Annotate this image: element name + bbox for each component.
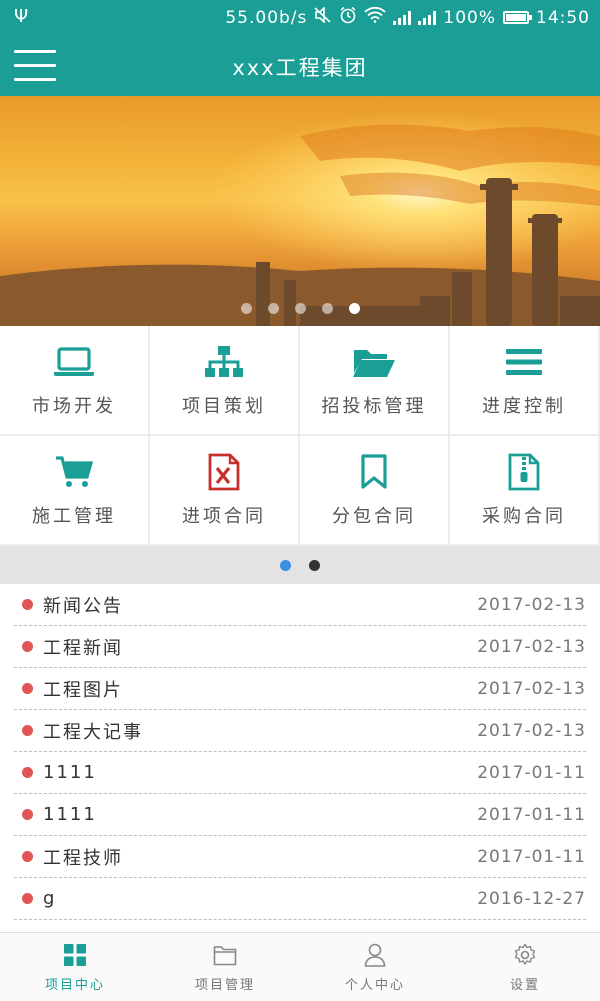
banner-dot[interactable] (348, 303, 360, 314)
news-row[interactable]: 工程图片 2017-02-13 (14, 668, 586, 710)
news-row[interactable]: 1111 2017-01-11 (14, 752, 586, 794)
folder-icon (213, 942, 237, 968)
feature-item[interactable]: 进度控制 (450, 326, 600, 436)
alarm-icon (339, 6, 357, 29)
feature-grid: 市场开发 项目策划 招投标管理 进度控制 施工管理 进项合同 分包合同 采购合同 (0, 326, 600, 546)
feature-item[interactable]: 进项合同 (150, 436, 300, 546)
list-icon (506, 342, 542, 382)
feature-item[interactable]: 分包合同 (300, 436, 450, 546)
banner-image (0, 96, 600, 326)
tab-project-management[interactable]: 项目管理 (150, 933, 300, 1001)
feature-label: 采购合同 (482, 506, 566, 527)
bookmark-icon (360, 452, 388, 492)
tab-label: 项目管理 (194, 977, 255, 993)
feature-label: 市场开发 (32, 396, 116, 417)
bullet-icon (22, 683, 33, 694)
news-row[interactable]: g 2016-12-27 (14, 878, 586, 920)
news-date: 2017-02-13 (477, 678, 586, 699)
news-row[interactable]: 工程技师 2017-01-11 (14, 836, 586, 878)
banner-dot[interactable] (294, 303, 306, 314)
feature-pager (0, 546, 600, 584)
banner-carousel[interactable] (0, 96, 600, 326)
feature-label: 分包合同 (332, 506, 416, 527)
bullet-icon (22, 725, 33, 736)
page-title: xxx工程集团 (232, 56, 368, 80)
mute-icon (314, 6, 332, 28)
gear-icon (513, 942, 537, 968)
feature-label: 项目策划 (182, 396, 266, 417)
bottom-nav: 项目中心 项目管理 个人中心 设置 (0, 932, 600, 1001)
news-title: 新闻公告 (43, 595, 123, 617)
bullet-icon (22, 641, 33, 652)
folder-open-icon (352, 342, 396, 382)
feature-item[interactable]: 市场开发 (0, 326, 150, 436)
news-date: 2017-02-13 (477, 720, 586, 741)
news-title: g (43, 888, 57, 909)
pager-dot[interactable] (280, 559, 291, 571)
pager-dot[interactable] (309, 559, 320, 571)
bullet-icon (22, 599, 33, 610)
cart-icon (55, 452, 93, 492)
news-date: 2017-01-11 (477, 762, 586, 783)
news-title: 工程技师 (43, 847, 123, 869)
grid-icon (63, 942, 87, 968)
sitemap-icon (204, 342, 244, 382)
banner-dot[interactable] (321, 303, 333, 314)
news-date: 2016-12-27 (477, 888, 586, 909)
news-date: 2017-02-13 (477, 594, 586, 615)
news-title: 工程新闻 (43, 637, 123, 659)
news-title: 工程图片 (43, 679, 123, 701)
tab-label: 项目中心 (44, 977, 105, 993)
banner-dots (0, 303, 600, 314)
tab-personal-center[interactable]: 个人中心 (300, 933, 450, 1001)
feature-item[interactable]: 招投标管理 (300, 326, 450, 436)
feature-label: 进项合同 (182, 506, 266, 527)
banner-dot[interactable] (240, 303, 252, 314)
news-date: 2017-01-11 (477, 846, 586, 867)
user-icon (364, 942, 386, 968)
battery-level (506, 14, 526, 21)
feature-item[interactable]: 项目策划 (150, 326, 300, 436)
status-right: 55.00b/s 100% 14:50 (225, 6, 590, 29)
news-list: 新闻公告 2017-02-13 工程新闻 2017-02-13 工程图片 2017-0… (14, 584, 586, 920)
signal-icon-2 (418, 10, 437, 25)
tab-label: 个人中心 (344, 977, 405, 993)
tab-settings[interactable]: 设置 (450, 933, 600, 1001)
clock: 14:50 (536, 7, 590, 28)
feature-label: 进度控制 (482, 396, 566, 417)
app-header: xxx工程集团 (0, 34, 600, 96)
news-row[interactable]: 工程大记事 2017-02-13 (14, 710, 586, 752)
tab-label: 设置 (509, 977, 540, 993)
news-row[interactable]: 工程新闻 2017-02-13 (14, 626, 586, 668)
feature-label: 施工管理 (32, 506, 116, 527)
bullet-icon (22, 767, 33, 778)
battery-icon (503, 11, 532, 24)
wifi-icon (364, 6, 387, 28)
network-speed: 55.00b/s (225, 7, 308, 28)
feature-label: 招投标管理 (321, 396, 427, 417)
signal-icon-1 (393, 10, 412, 25)
battery-percent: 100% (443, 7, 496, 28)
news-row[interactable]: 1111 2017-01-11 (14, 794, 586, 836)
status-bar: Ψ 55.00b/s 100% 14:50 (0, 0, 600, 34)
laptop-icon (53, 342, 95, 382)
feature-item[interactable]: 施工管理 (0, 436, 150, 546)
news-title: 工程大记事 (43, 721, 143, 743)
feature-item[interactable]: 采购合同 (450, 436, 600, 546)
news-date: 2017-02-13 (477, 636, 586, 657)
bullet-icon (22, 851, 33, 862)
excel-file-icon (208, 452, 240, 492)
news-date: 2017-01-11 (477, 804, 586, 825)
usb-icon: Ψ (14, 6, 29, 27)
zip-file-icon (508, 452, 540, 492)
bullet-icon (22, 809, 33, 820)
news-title: 1111 (43, 804, 97, 825)
bullet-icon (22, 893, 33, 904)
news-title: 1111 (43, 762, 97, 783)
news-row[interactable]: 新闻公告 2017-02-13 (14, 584, 586, 626)
banner-dot[interactable] (267, 303, 279, 314)
tab-project-center[interactable]: 项目中心 (0, 933, 150, 1001)
